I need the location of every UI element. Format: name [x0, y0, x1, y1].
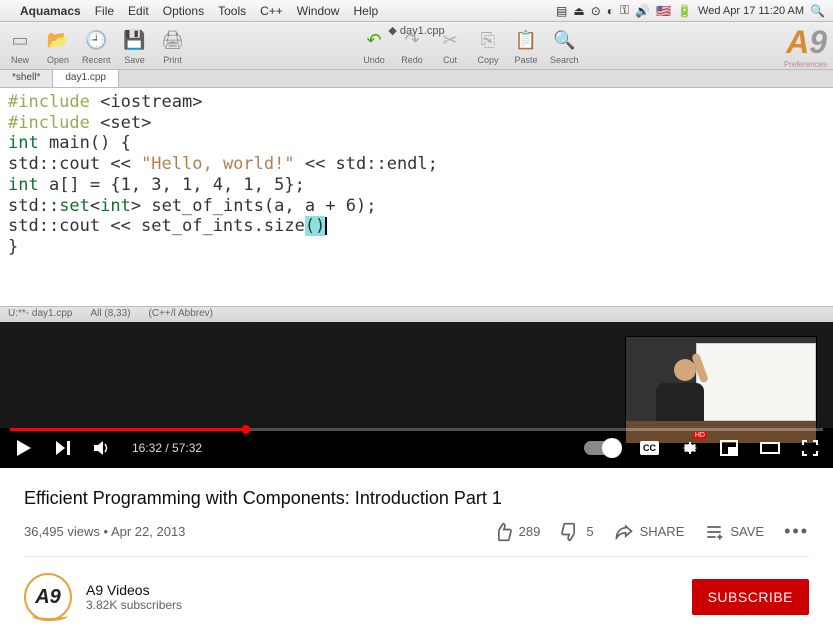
menubar-icon: ⊙: [591, 4, 601, 18]
code-editor: #include <iostream> #include <set> int m…: [0, 88, 833, 306]
theater-icon[interactable]: [759, 439, 781, 457]
tool-recent: 🕘Recent: [82, 27, 111, 65]
video-player[interactable]: Aquamacs File Edit Options Tools C++ Win…: [0, 0, 833, 468]
tool-paste: 📋Paste: [512, 27, 540, 65]
tool-save: 💾Save: [121, 27, 149, 65]
tool-new: ▭New: [6, 27, 34, 65]
status-mode: (C++/l Abbrev): [149, 308, 213, 321]
flag-icon: 🇺🇸: [656, 4, 671, 18]
wifi-icon: ⚿: [620, 3, 629, 18]
emacs-window: Aquamacs File Edit Options Tools C++ Win…: [0, 0, 833, 322]
like-button[interactable]: 289: [493, 522, 541, 542]
tool-cut: ✂Cut: [436, 27, 464, 65]
subscribe-button[interactable]: SUBSCRIBE: [692, 579, 809, 615]
menubar-icon: ⏏: [573, 4, 584, 18]
player-controls: 16:32 / 57:32 CC HD: [0, 428, 833, 468]
menubar-icon: ▤: [556, 4, 567, 18]
emacs-toolbar: ◆ day1.cpp ▭New 📂Open 🕘Recent 💾Save 🖨Pri…: [0, 22, 833, 70]
tab-shell: *shell*: [0, 70, 53, 87]
dislike-button[interactable]: 5: [560, 522, 593, 542]
more-button[interactable]: •••: [784, 521, 809, 542]
battery-icon: 🔋: [677, 4, 692, 18]
video-meta: 36,495 views • Apr 22, 2013: [24, 524, 185, 539]
time-display: 16:32 / 57:32: [132, 441, 202, 455]
play-icon[interactable]: [14, 438, 34, 458]
tool-copy: ⎘Copy: [474, 27, 502, 65]
volume-icon[interactable]: [92, 438, 112, 458]
video-info: Efficient Programming with Components: I…: [0, 468, 833, 621]
volume-icon: 🔊: [635, 4, 650, 18]
menu-help: Help: [353, 4, 378, 18]
text-cursor: [325, 217, 327, 235]
menu-options: Options: [163, 4, 204, 18]
tool-print: 🖨Print: [159, 27, 187, 65]
tool-search: 🔍Search: [550, 27, 579, 65]
tool-open: 📂Open: [44, 27, 72, 65]
fullscreen-icon[interactable]: [801, 439, 819, 457]
mac-menubar: Aquamacs File Edit Options Tools C++ Win…: [0, 0, 833, 22]
menubar-clock: Wed Apr 17 11:20 AM: [698, 5, 804, 17]
channel-avatar[interactable]: A9: [24, 573, 72, 621]
autoplay-toggle[interactable]: [584, 441, 620, 455]
menu-cpp: C++: [260, 4, 283, 18]
editor-tabs: *shell* day1.cpp: [0, 70, 833, 88]
save-button[interactable]: SAVE: [704, 522, 764, 542]
a9-logo: A9: [786, 24, 827, 61]
menu-edit: Edit: [128, 4, 149, 18]
share-button[interactable]: SHARE: [614, 522, 685, 542]
status-buffer: U:**- day1.cpp: [8, 308, 72, 321]
tool-undo: ↶Undo: [360, 27, 388, 65]
miniplayer-icon[interactable]: [719, 438, 739, 458]
tool-redo: ↷Redo: [398, 27, 426, 65]
menu-window: Window: [297, 4, 340, 18]
hd-badge: HD: [693, 432, 707, 439]
cc-button[interactable]: CC: [640, 441, 659, 455]
menu-file: File: [95, 4, 114, 18]
spotlight-icon: 🔍: [810, 4, 825, 18]
prefs-label: Preferences: [784, 60, 827, 69]
status-position: All (8,33): [90, 308, 130, 321]
settings-icon[interactable]: HD: [679, 438, 699, 458]
channel-name[interactable]: A9 Videos: [86, 582, 182, 598]
channel-subs: 3.82K subscribers: [86, 598, 182, 612]
video-title: Efficient Programming with Components: I…: [24, 488, 809, 509]
menubar-icon: ◐: [607, 4, 614, 18]
menu-tools: Tools: [218, 4, 246, 18]
app-name: Aquamacs: [20, 4, 81, 18]
tab-day1: day1.cpp: [53, 70, 119, 87]
next-icon[interactable]: [54, 439, 72, 457]
emacs-statusbar: U:**- day1.cpp All (8,33) (C++/l Abbrev): [0, 306, 833, 322]
